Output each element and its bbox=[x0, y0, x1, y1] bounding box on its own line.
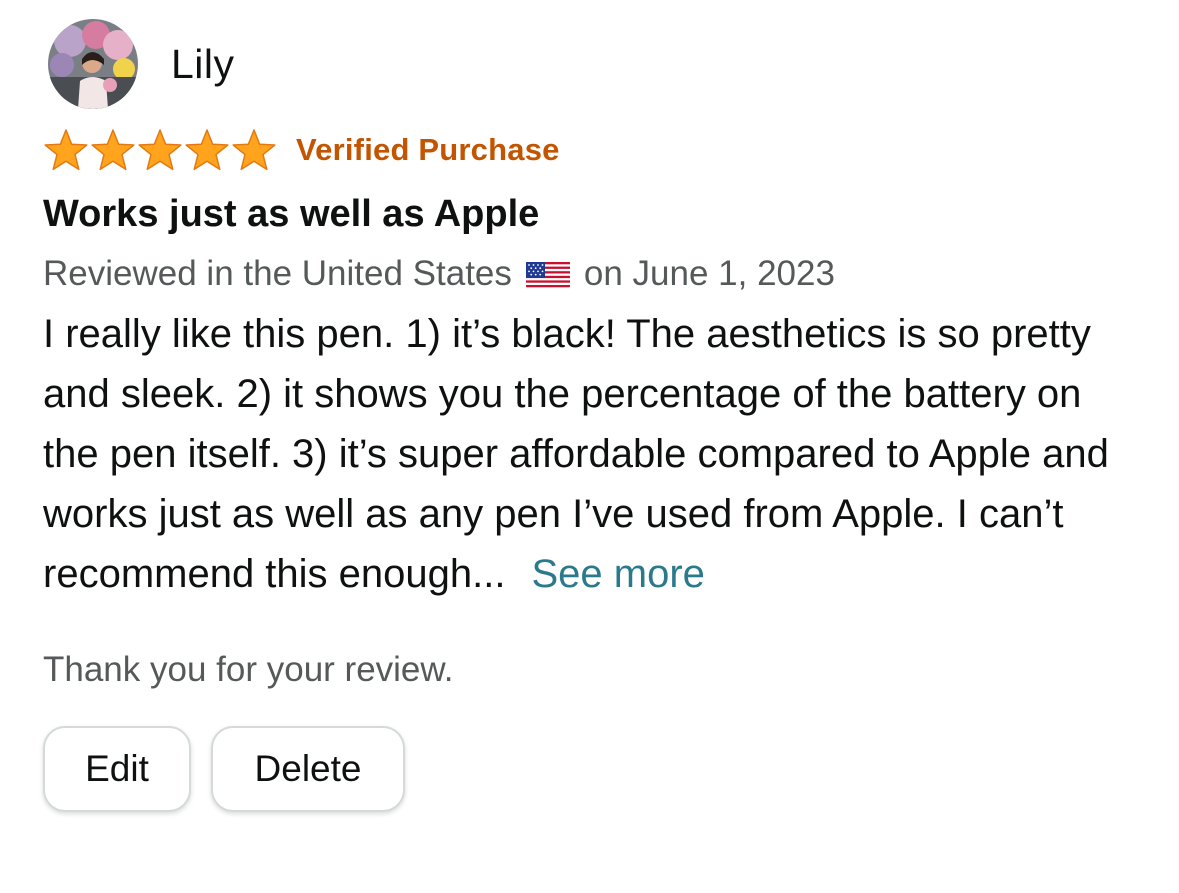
us-flag-icon bbox=[525, 259, 570, 289]
review-card: Lily Verified Purchase Works just as wel… bbox=[43, 18, 1143, 812]
star-icon bbox=[91, 129, 135, 171]
star-icon bbox=[232, 129, 276, 171]
review-title: Works just as well as Apple bbox=[43, 193, 540, 235]
user-avatar-icon bbox=[48, 19, 138, 109]
review-body: I really like this pen. 1) it’s black! T… bbox=[43, 304, 1143, 604]
delete-button[interactable]: Delete bbox=[211, 726, 405, 812]
verified-purchase-badge: Verified Purchase bbox=[296, 132, 560, 167]
author-row: Lily bbox=[43, 18, 1143, 110]
star-icon bbox=[44, 129, 88, 171]
edit-button[interactable]: Edit bbox=[43, 726, 191, 812]
review-actions: Edit Delete bbox=[43, 726, 1143, 812]
star-rating[interactable] bbox=[43, 128, 277, 172]
reviewed-in-text: Reviewed in the United States bbox=[43, 254, 512, 293]
review-date: on June 1, 2023 bbox=[583, 254, 835, 293]
star-icon bbox=[138, 129, 182, 171]
see-more-link[interactable]: See more bbox=[531, 552, 704, 596]
review-meta: Reviewed in the United States on June 1,… bbox=[43, 252, 1143, 296]
rating-row: Verified Purchase bbox=[43, 128, 1143, 172]
thank-you-message: Thank you for your review. bbox=[43, 650, 454, 689]
author-name: Lily bbox=[171, 40, 235, 87]
star-icon bbox=[185, 129, 229, 171]
avatar[interactable] bbox=[48, 19, 138, 109]
